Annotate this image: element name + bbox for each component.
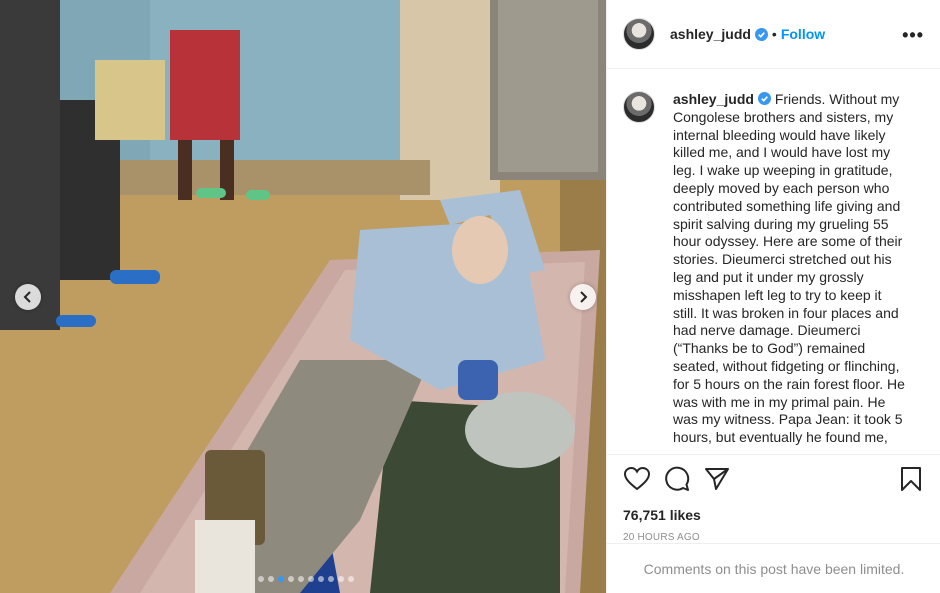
comment-button[interactable] xyxy=(663,465,691,493)
carousel-dot xyxy=(318,576,324,582)
post-timestamp[interactable]: 20 HOURS AGO xyxy=(623,532,925,543)
caption-avatar[interactable] xyxy=(623,91,655,123)
chevron-left-icon xyxy=(23,291,31,303)
post-actions: 76,751 likes 20 HOURS AGO xyxy=(607,454,940,543)
more-options-button[interactable]: ••• xyxy=(902,25,924,46)
verified-badge-icon xyxy=(757,92,771,105)
paper-plane-icon xyxy=(705,468,729,490)
photo-scene xyxy=(0,0,606,593)
carousel-dot xyxy=(348,576,354,582)
caption-area[interactable]: ashley_judd Friends. Without my Congoles… xyxy=(607,69,940,454)
action-bar xyxy=(623,465,925,493)
carousel-indicator xyxy=(258,576,354,582)
header-separator: • xyxy=(771,26,777,42)
caption-username[interactable]: ashley_judd xyxy=(673,91,754,107)
bookmark-icon xyxy=(901,467,921,491)
comments-limited-notice: Comments on this post have been limited. xyxy=(607,543,940,593)
carousel-prev-button[interactable] xyxy=(15,284,41,310)
comment-icon xyxy=(665,466,690,491)
verified-badge-icon xyxy=(754,27,768,41)
post-header: ashley_judd • Follow ••• xyxy=(607,0,940,69)
chevron-right-icon xyxy=(580,291,588,303)
carousel-dot xyxy=(308,576,314,582)
post-photo[interactable] xyxy=(0,0,606,593)
caption-body: Friends. Without my Congolese brothers a… xyxy=(673,91,905,446)
caption-text: ashley_judd Friends. Without my Congoles… xyxy=(673,91,909,447)
share-button[interactable] xyxy=(703,465,731,493)
heart-icon xyxy=(624,467,650,491)
like-button[interactable] xyxy=(623,465,651,493)
carousel-dot xyxy=(328,576,334,582)
carousel-dot xyxy=(268,576,274,582)
carousel-next-button[interactable] xyxy=(570,284,596,310)
post-side-panel: ashley_judd • Follow ••• ashley_judd Fri… xyxy=(606,0,940,593)
save-button[interactable] xyxy=(897,465,925,493)
carousel-dot xyxy=(288,576,294,582)
username-link[interactable]: ashley_judd xyxy=(670,26,751,42)
carousel-dot xyxy=(258,576,264,582)
follow-button[interactable]: Follow xyxy=(781,26,825,42)
likes-count[interactable]: 76,751 likes xyxy=(623,507,925,523)
carousel-dot xyxy=(338,576,344,582)
avatar[interactable] xyxy=(623,18,655,50)
caption-comment: ashley_judd Friends. Without my Congoles… xyxy=(623,91,925,447)
carousel-dot xyxy=(278,576,284,582)
carousel-dot xyxy=(298,576,304,582)
